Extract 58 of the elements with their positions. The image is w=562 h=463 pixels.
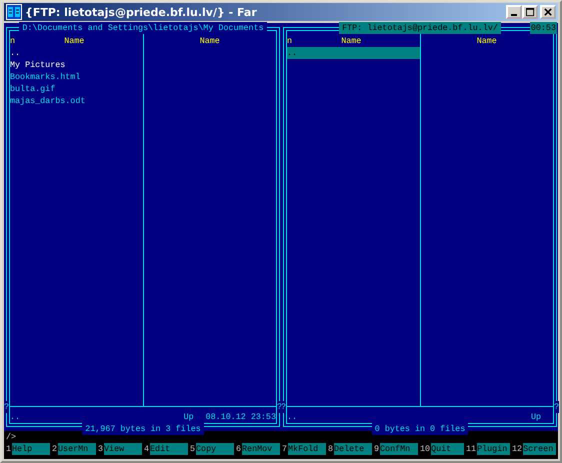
panel-title: FTP: lietotajs@priede.bf.lu.lv/	[339, 22, 501, 34]
key-number: 4	[144, 443, 150, 456]
file-row[interactable]: majas_darbs.odt	[10, 95, 142, 107]
function-key[interactable]: Plugin	[477, 443, 510, 455]
key-number: 9	[374, 443, 380, 456]
app-icon[interactable]	[6, 4, 22, 20]
panel-title: D:\Documents and Settings\lietotajs\My Documents	[19, 22, 267, 34]
panel-summary: 21,967 bytes in 3 files	[82, 423, 204, 435]
key-number: 8	[328, 443, 334, 456]
sort-mark[interactable]: n	[10, 35, 16, 47]
file-row[interactable]: ..	[287, 47, 420, 59]
close-button[interactable]	[540, 5, 556, 19]
column-header[interactable]: Name	[293, 35, 420, 47]
info-name: ..	[10, 411, 22, 423]
column-header[interactable]: Name	[144, 35, 276, 47]
function-key[interactable]: Quit	[431, 443, 464, 455]
key-number: 12	[512, 443, 524, 456]
file-row[interactable]: bulta.gif	[10, 83, 142, 95]
function-key[interactable]: ConfMn	[380, 443, 418, 455]
info-type: Up	[182, 411, 195, 423]
panel-summary: 0 bytes in 0 files	[372, 423, 468, 435]
key-number: 3	[98, 443, 104, 456]
file-row[interactable]: Bookmarks.html	[10, 71, 142, 83]
minimize-icon	[511, 14, 517, 16]
file-row[interactable]: My Pictures	[10, 59, 142, 71]
function-key[interactable]: Delete	[334, 443, 372, 455]
separator-mark: ?	[554, 401, 559, 413]
column-header[interactable]: Name	[16, 35, 142, 47]
clock: 00:53	[530, 22, 557, 34]
function-key[interactable]: View	[104, 443, 142, 455]
key-number: 2	[52, 443, 58, 456]
file-row[interactable]: ..	[10, 47, 142, 59]
function-key[interactable]: UserMn	[58, 443, 96, 455]
key-number: 11	[466, 443, 478, 456]
key-number: 10	[420, 443, 432, 456]
info-type: Up	[530, 411, 542, 423]
key-number: 1	[6, 443, 12, 456]
window-title: {FTP: lietotajs@priede.bf.lu.lv/} - Far	[25, 6, 257, 18]
function-key[interactable]: Copy	[196, 443, 234, 455]
function-key[interactable]: Help	[12, 443, 50, 455]
info-name: ..	[287, 411, 298, 423]
key-number: 5	[190, 443, 196, 456]
key-number: 6	[236, 443, 242, 456]
function-key[interactable]: Screen	[523, 443, 556, 455]
separator-mark: ?	[281, 401, 286, 413]
key-number: 7	[282, 443, 288, 456]
function-key[interactable]: RenMov	[242, 443, 280, 455]
command-prompt[interactable]: />	[6, 432, 16, 442]
sort-mark[interactable]: n	[287, 35, 293, 47]
function-key[interactable]: Edit	[150, 443, 188, 455]
close-icon	[544, 8, 552, 16]
minimize-button[interactable]	[506, 5, 522, 19]
maximize-button[interactable]	[522, 5, 538, 19]
separator-mark: ?	[4, 401, 10, 413]
function-key[interactable]: MkFold	[288, 443, 326, 455]
info-date: 08.10.12 23:53	[206, 411, 276, 423]
column-header[interactable]: Name	[420, 35, 553, 47]
maximize-icon	[526, 8, 534, 16]
